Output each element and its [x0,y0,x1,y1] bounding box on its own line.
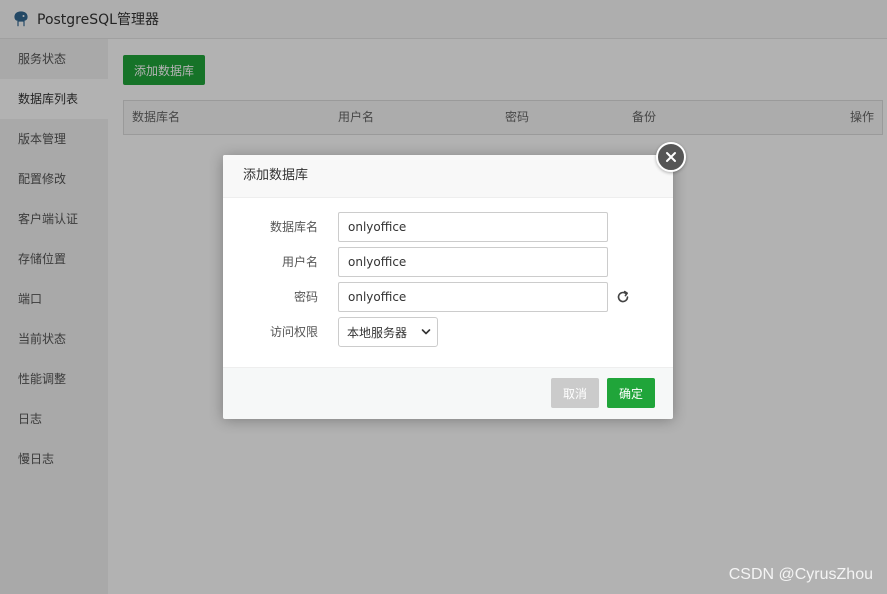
confirm-button[interactable]: 确定 [607,378,655,408]
add-database-dialog: 添加数据库 数据库名 用户名 密码 访问权限 本地服务器 [223,142,686,419]
password-row: 密码 [223,282,673,312]
access-permission-select[interactable]: 本地服务器 [338,317,438,347]
chevron-down-icon [421,329,431,335]
password-label: 密码 [293,290,318,304]
username-label: 用户名 [281,255,318,269]
close-dialog-button[interactable] [656,142,686,172]
db-name-row: 数据库名 [223,212,673,242]
access-label: 访问权限 [269,325,318,339]
username-row: 用户名 [223,247,673,277]
refresh-password-icon[interactable] [615,289,631,305]
username-input[interactable] [338,247,608,277]
access-row: 访问权限 本地服务器 [223,317,673,347]
cancel-button[interactable]: 取消 [551,378,599,408]
password-input[interactable] [338,282,608,312]
db-name-label: 数据库名 [269,220,318,234]
close-icon [666,152,676,162]
dialog-title: 添加数据库 [223,155,673,198]
watermark: CSDN @CyrusZhou [728,566,873,583]
access-permission-value: 本地服务器 [347,325,408,340]
dialog-footer: 取消 确定 [223,367,673,419]
db-name-input[interactable] [338,212,608,242]
